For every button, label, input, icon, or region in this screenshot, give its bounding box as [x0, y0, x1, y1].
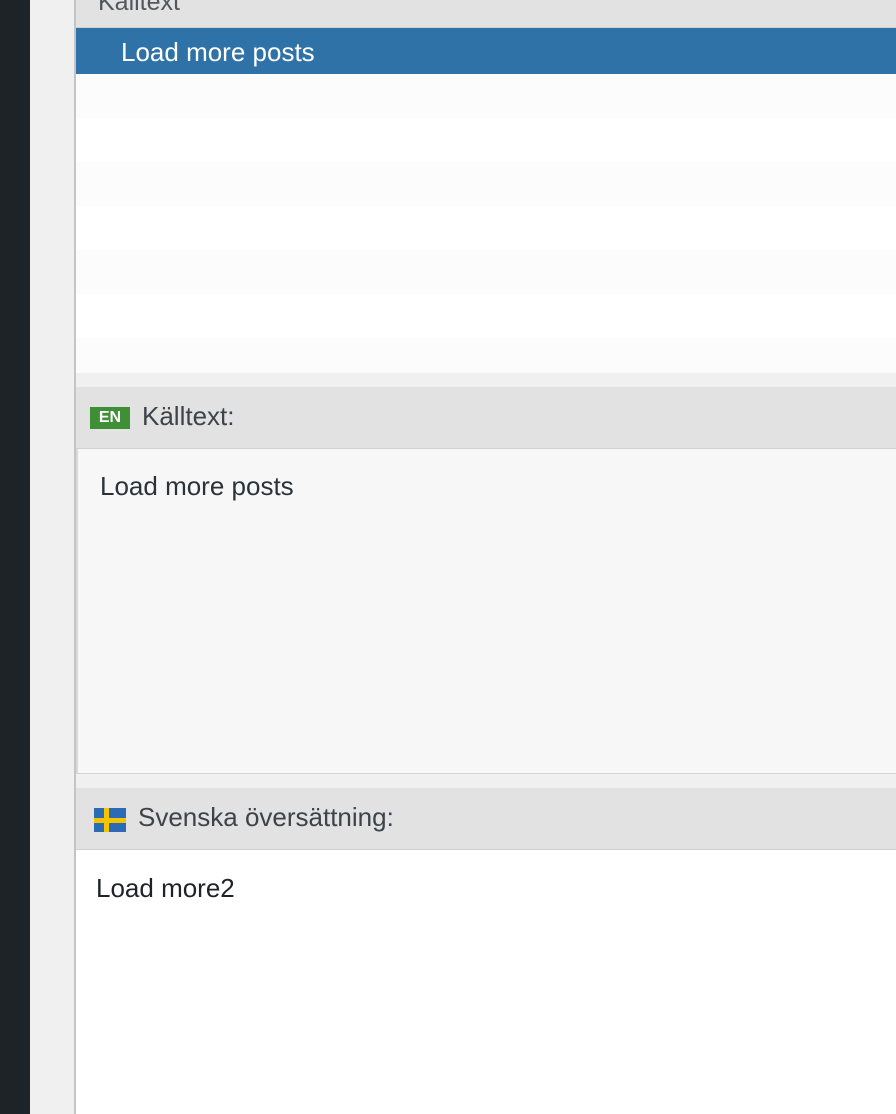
string-list-item[interactable]	[76, 162, 896, 206]
source-text-box: Load more posts	[76, 449, 896, 774]
page-gutter	[30, 0, 74, 1114]
string-list-item[interactable]	[76, 294, 896, 338]
string-list-item[interactable]	[76, 118, 896, 162]
string-list: Load more posts	[76, 28, 896, 375]
string-list-item[interactable]	[76, 338, 896, 375]
translation-editor-panel: Källtext Load more posts EN Källtext: Lo…	[74, 0, 896, 1114]
translation-header: Svenska översättning:	[76, 788, 896, 850]
string-list-item[interactable]	[76, 206, 896, 250]
string-list-header-label: Källtext	[98, 0, 180, 16]
admin-sidebar	[0, 0, 30, 1114]
source-text-header: EN Källtext:	[76, 387, 896, 449]
translation-label: Svenska översättning:	[138, 802, 394, 832]
string-list-item[interactable]	[76, 250, 896, 294]
string-list-header: Källtext	[76, 0, 896, 28]
sweden-flag-icon	[94, 808, 126, 832]
string-list-item[interactable]	[76, 74, 896, 118]
string-list-item-label: Load more posts	[121, 37, 315, 67]
english-lang-badge: EN	[90, 407, 130, 429]
list-divider	[76, 373, 896, 387]
translation-textarea[interactable]: Load more2	[76, 851, 896, 1114]
section-divider	[76, 774, 896, 788]
source-text-value: Load more posts	[100, 471, 294, 501]
source-text-label: Källtext:	[142, 401, 235, 431]
string-list-item-selected[interactable]: Load more posts	[76, 28, 896, 74]
